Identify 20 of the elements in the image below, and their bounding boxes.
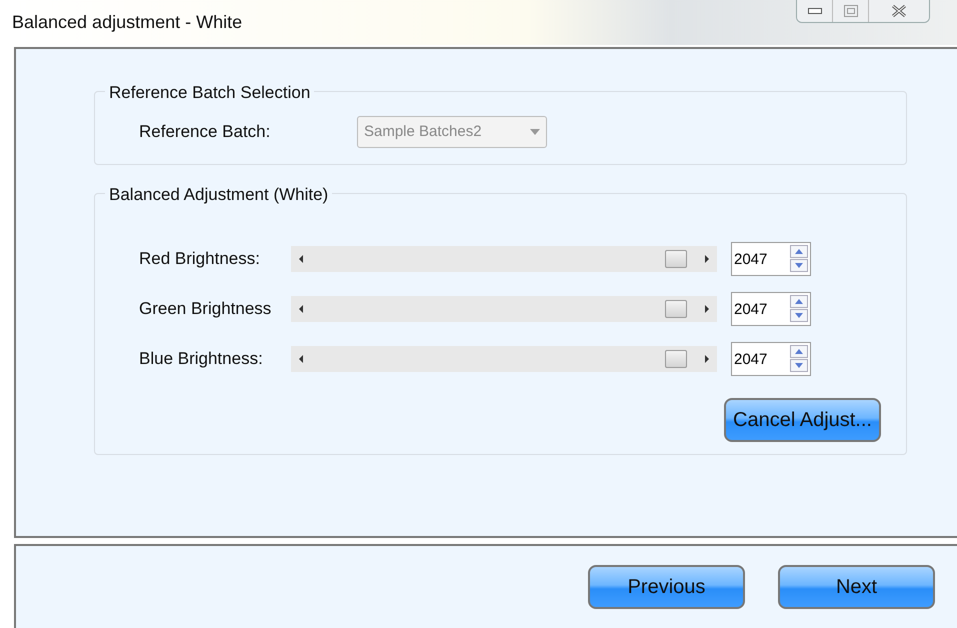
minimize-button[interactable] [797,0,833,22]
slider-label: Blue Brightness: [139,348,264,370]
slider-thumb[interactable] [664,300,687,318]
nav-button[interactable]: Next [778,565,935,609]
minimize-icon [808,8,822,14]
field-label: Reference Batch: [139,121,272,144]
close-icon [891,4,907,18]
window-title: Balanced adjustment - White [12,11,242,34]
slider-track[interactable] [291,346,717,372]
dropdown-arrow-icon [530,129,540,135]
slider-track[interactable] [291,296,717,322]
maximize-icon [844,5,858,17]
cancel-adjust-button[interactable]: Cancel Adjust... [724,398,881,442]
slider-thumb[interactable] [664,350,687,368]
slider-label: Green Brightness [139,298,272,320]
slider-label: Red Brightness: [139,248,261,270]
nav-button[interactable]: Previous [588,565,745,609]
slider-thumb[interactable] [664,250,687,268]
slider-track[interactable] [291,246,717,272]
close-button[interactable] [869,0,929,22]
